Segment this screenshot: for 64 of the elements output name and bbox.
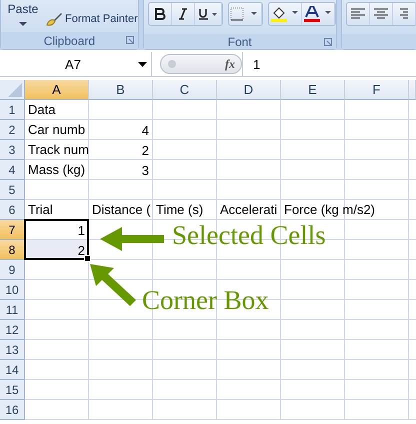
group-label: Clipboard bbox=[44, 34, 96, 48]
column-header[interactable]: D bbox=[217, 80, 281, 100]
row-header[interactable]: 5 bbox=[0, 180, 25, 200]
grid-cell[interactable]: Track num bbox=[25, 140, 92, 159]
align-left-icon bbox=[350, 8, 365, 20]
row-header[interactable]: 6 bbox=[0, 200, 25, 220]
name-box[interactable]: A7 bbox=[0, 52, 152, 76]
fill-color-button[interactable] bbox=[268, 3, 302, 25]
caret-icon bbox=[19, 22, 27, 26]
dropdown-arrow-icon bbox=[138, 62, 147, 66]
font-color-button[interactable] bbox=[302, 3, 335, 25]
fill-handle[interactable] bbox=[84, 255, 91, 262]
paint-bucket-icon bbox=[270, 6, 299, 22]
grid-cell[interactable]: Trial bbox=[25, 200, 56, 219]
row-header[interactable]: 8 bbox=[0, 240, 25, 260]
row-header[interactable]: 7 bbox=[0, 220, 25, 240]
grid-cell[interactable]: 4 bbox=[140, 122, 150, 138]
grid-cell[interactable]: Car numb bbox=[25, 120, 88, 139]
grid-cell[interactable]: 2 bbox=[140, 142, 150, 158]
column-header[interactable]: F bbox=[345, 80, 409, 100]
grid-cell[interactable]: Distance ( bbox=[89, 200, 154, 219]
underline-icon bbox=[198, 8, 218, 20]
grid-cell[interactable]: 2 bbox=[76, 242, 86, 258]
row-header[interactable]: 4 bbox=[0, 160, 25, 180]
row-header[interactable]: 9 bbox=[0, 260, 25, 280]
dialog-launcher-icon[interactable] bbox=[324, 38, 332, 46]
align-right-icon bbox=[400, 8, 408, 20]
insert-function-button[interactable]: fx bbox=[225, 56, 235, 72]
row-header[interactable]: 13 bbox=[0, 340, 25, 360]
annotation-label: Selected Cells bbox=[172, 220, 326, 251]
row-header[interactable]: 3 bbox=[0, 140, 25, 160]
bold-icon bbox=[154, 8, 166, 20]
paintbrush-icon bbox=[45, 11, 63, 27]
row-header[interactable]: 10 bbox=[0, 280, 25, 300]
grid-cell[interactable]: Data bbox=[25, 100, 58, 119]
grid-cell[interactable]: 3 bbox=[140, 162, 150, 178]
row-header[interactable]: 12 bbox=[0, 320, 25, 340]
formula-input[interactable]: 1 bbox=[242, 52, 416, 76]
column-header[interactable]: C bbox=[153, 80, 217, 100]
grid-cell[interactable]: Force (kg m/s2) bbox=[281, 200, 378, 219]
borders-icon bbox=[230, 7, 260, 21]
row-header[interactable]: 1 bbox=[0, 100, 25, 120]
font-color-icon bbox=[304, 6, 332, 22]
format-painter-button[interactable]: Format Painter bbox=[45, 11, 138, 27]
column-header[interactable]: E bbox=[281, 80, 345, 100]
column-header[interactable]: B bbox=[89, 80, 153, 100]
group-label: Font bbox=[228, 34, 252, 48]
row-header[interactable]: 11 bbox=[0, 300, 25, 320]
column-header[interactable]: A bbox=[25, 80, 89, 100]
row-header[interactable]: 14 bbox=[0, 360, 25, 380]
grid-cell[interactable]: Mass (kg) bbox=[25, 160, 88, 179]
grid-cell[interactable]: Accelerati bbox=[217, 200, 280, 219]
row-header[interactable]: 15 bbox=[0, 380, 25, 400]
row-header[interactable]: 16 bbox=[0, 400, 25, 420]
triangle-icon bbox=[8, 83, 22, 97]
paste-button[interactable]: Paste bbox=[5, 0, 41, 26]
annotation-label: Corner Box bbox=[142, 285, 269, 316]
arrow bbox=[88, 262, 138, 308]
row-header[interactable]: 2 bbox=[0, 120, 25, 140]
align-center-icon bbox=[374, 8, 388, 20]
grid-cell[interactable]: Time (s) bbox=[153, 200, 206, 219]
dialog-launcher-icon[interactable] bbox=[126, 36, 134, 44]
italic-icon bbox=[176, 8, 189, 20]
grid-cell[interactable]: 1 bbox=[76, 222, 86, 238]
